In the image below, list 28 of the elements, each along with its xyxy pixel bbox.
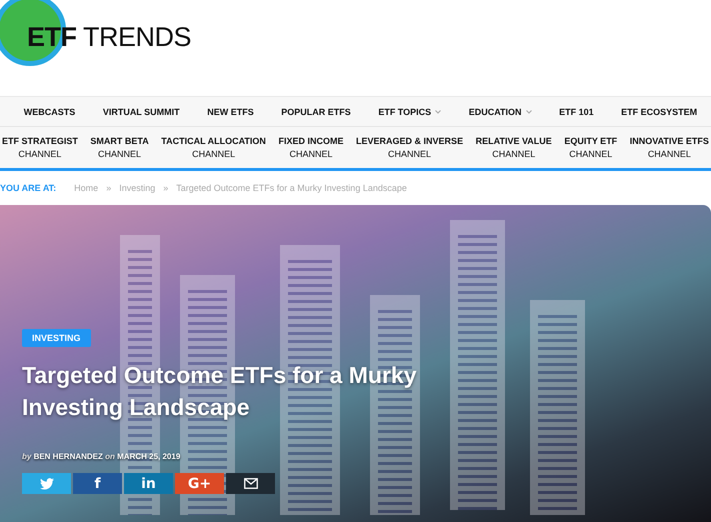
channel-link[interactable]: RELATIVE VALUE CHANNEL	[476, 134, 552, 160]
article-title: Targeted Outcome ETFs for a Murky Investing Landscape	[22, 361, 418, 422]
nav-link[interactable]: WEBCASTS	[24, 106, 76, 116]
email-share-button[interactable]	[226, 473, 275, 494]
channel-link[interactable]: ETF STRATEGIST CHANNEL	[2, 134, 78, 160]
envelope-icon	[244, 478, 258, 490]
nav-link[interactable]: POPULAR ETFS	[281, 106, 351, 116]
channel-link[interactable]: EQUITY ETF CHANNEL	[564, 134, 618, 160]
channel-link[interactable]: LEVERAGED & INVERSE CHANNEL	[356, 134, 464, 160]
channel-link[interactable]: FIXED INCOME CHANNEL	[278, 134, 344, 160]
channel-link[interactable]: SMART BETA CHANNEL	[90, 134, 149, 160]
nav-link[interactable]: EDUCATION	[468, 106, 532, 116]
google-plus-share-button[interactable]: G+	[175, 473, 224, 494]
channel-link[interactable]: TACTICAL ALLOCATION CHANNEL	[161, 134, 266, 160]
nav-link[interactable]: ETF TOPICS	[378, 106, 442, 116]
nav-link[interactable]: VIRTUAL SUMMIT	[102, 106, 180, 116]
facebook-share-button[interactable]: f	[73, 473, 122, 494]
breadcrumb-separator: »	[163, 183, 168, 193]
nav-link[interactable]: ETF 101	[559, 106, 594, 116]
nav-link[interactable]: ETF ECOSYSTEM	[621, 106, 698, 116]
byline: by BEN HERNANDEZ on MARCH 25, 2019	[22, 452, 180, 462]
breadcrumb-separator: »	[106, 183, 112, 193]
nav-link[interactable]: NEW ETFS	[207, 106, 254, 116]
twitter-share-button[interactable]	[22, 473, 71, 494]
breadcrumb-label: YOU ARE AT:	[0, 183, 56, 193]
channel-link[interactable]: INNOVATIVE ETFS CHANNEL	[630, 134, 709, 160]
linkedin-share-button[interactable]: in	[124, 473, 173, 494]
bird-icon	[40, 478, 54, 490]
